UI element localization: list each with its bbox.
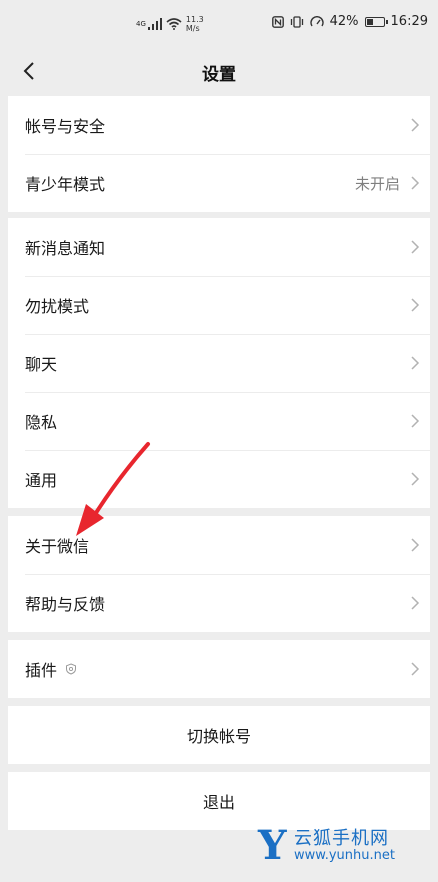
chevron-right-icon xyxy=(411,118,420,132)
watermark-name: 云狐手机网 xyxy=(294,828,389,849)
chevron-right-icon xyxy=(411,472,420,486)
chevron-right-icon xyxy=(411,240,420,254)
settings-item-label: 关于微信 xyxy=(25,537,90,556)
settings-group-preferences: 新消息通知 勿扰模式 聊天 隐私 通用 xyxy=(8,218,430,508)
chevron-right-icon xyxy=(411,356,420,370)
settings-group-about: 关于微信 帮助与反馈 xyxy=(8,516,430,632)
settings-item-label: 新消息通知 xyxy=(25,239,106,258)
settings-item-label: 聊天 xyxy=(25,355,58,374)
watermark-logo: Y xyxy=(258,822,287,869)
settings-item-label: 青少年模式 xyxy=(25,175,106,194)
settings-item-privacy[interactable]: 隐私 xyxy=(8,392,430,450)
settings-item-label: 帮助与反馈 xyxy=(25,595,106,614)
settings-item-account-security[interactable]: 帐号与安全 xyxy=(8,96,430,154)
vibrate-icon xyxy=(290,15,303,28)
status-right: 42% 16:29 xyxy=(271,14,428,29)
network-type: 4G xyxy=(136,20,146,28)
watermark: Y 云狐手机网 www.yunhu.net xyxy=(258,820,438,870)
network-speed: 11.3 M/s xyxy=(186,15,204,33)
status-bar: 4G 11.3 M/s 42% 16:29 xyxy=(0,0,438,46)
settings-item-do-not-disturb[interactable]: 勿扰模式 xyxy=(8,276,430,334)
settings-item-label: 帐号与安全 xyxy=(25,117,106,136)
signal-icon xyxy=(147,18,162,30)
watermark-url: www.yunhu.net xyxy=(294,848,395,863)
nfc-icon xyxy=(271,15,284,28)
battery-percent: 42% xyxy=(329,14,359,29)
settings-item-chat[interactable]: 聊天 xyxy=(8,334,430,392)
speedometer-icon xyxy=(309,15,324,26)
nav-bar: 设置 xyxy=(0,46,438,96)
settings-item-label: 通用 xyxy=(25,471,58,490)
switch-account-button[interactable]: 切换帐号 xyxy=(8,706,430,764)
status-network: 4G 11.3 M/s xyxy=(136,12,204,36)
settings-item-help-feedback[interactable]: 帮助与反馈 xyxy=(8,574,430,632)
page-title: 设置 xyxy=(202,65,236,85)
settings-item-notifications[interactable]: 新消息通知 xyxy=(8,218,430,276)
settings-item-label: 隐私 xyxy=(25,413,58,432)
settings-item-label: 勿扰模式 xyxy=(25,297,90,316)
clock: 16:29 xyxy=(390,14,428,29)
teen-mode-status: 未开启 xyxy=(354,174,400,193)
chevron-right-icon xyxy=(411,596,420,610)
speed-value: 11.3 xyxy=(185,15,204,24)
shield-badge-icon xyxy=(66,663,77,675)
settings-item-plugins[interactable]: 插件 xyxy=(8,640,430,698)
settings-item-general[interactable]: 通用 xyxy=(8,450,430,508)
wifi-icon xyxy=(166,18,182,30)
settings-item-teen-mode[interactable]: 青少年模式 未开启 xyxy=(8,154,430,212)
switch-account-group: 切换帐号 xyxy=(8,706,430,764)
chevron-right-icon xyxy=(411,176,420,190)
settings-group-plugins: 插件 xyxy=(8,640,430,698)
settings-group-account: 帐号与安全 青少年模式 未开启 xyxy=(8,96,430,212)
settings-item-label: 插件 xyxy=(25,661,58,680)
chevron-right-icon xyxy=(411,538,420,552)
battery-icon xyxy=(364,16,388,27)
chevron-right-icon xyxy=(411,414,420,428)
settings-item-about-wechat[interactable]: 关于微信 xyxy=(8,516,430,574)
speed-unit: M/s xyxy=(185,24,200,33)
chevron-right-icon xyxy=(411,298,420,312)
chevron-right-icon xyxy=(411,662,420,676)
